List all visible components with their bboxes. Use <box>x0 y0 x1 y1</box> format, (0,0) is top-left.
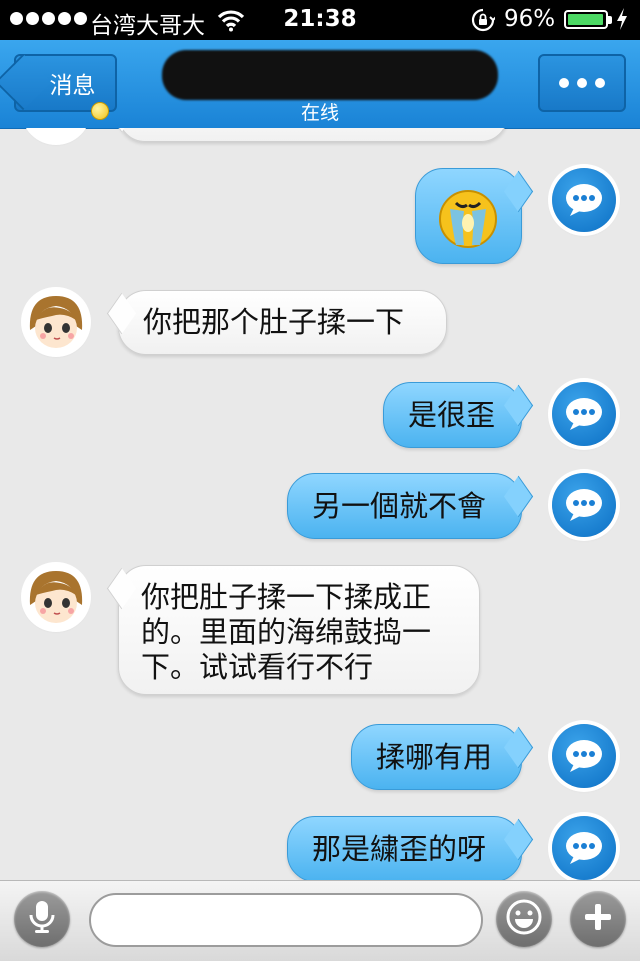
rotation-lock-icon <box>471 8 497 36</box>
incoming-message-bubble[interactable]: 你把那个肚子揉一下 <box>118 290 447 355</box>
microphone-icon <box>27 899 57 939</box>
message-text: 你把那个肚子揉一下 <box>143 305 405 339</box>
more-options-button[interactable] <box>538 54 626 112</box>
message-list[interactable]: 你把那个肚子揉一下 是很歪 另一個就不會 你把肚子揉一下揉成正的。里面的海绵鼓捣… <box>0 128 640 880</box>
plus-icon <box>583 902 613 936</box>
previous-message-bubble[interactable] <box>118 128 508 142</box>
wifi-icon <box>217 8 245 36</box>
battery-percent: 96% <box>504 6 556 32</box>
message-input-bar <box>0 880 640 961</box>
crying-sticker-icon <box>436 183 500 257</box>
sticker-message-bubble[interactable] <box>415 168 522 264</box>
add-attachment-button[interactable] <box>570 891 626 947</box>
emoji-button[interactable] <box>496 891 552 947</box>
voice-input-button[interactable] <box>14 891 70 947</box>
back-button-label: 消息 <box>49 73 96 99</box>
contact-avatar[interactable] <box>24 290 88 354</box>
outgoing-message-bubble[interactable]: 那是繍歪的呀 <box>287 816 522 880</box>
outgoing-message-bubble[interactable]: 另一個就不會 <box>287 473 522 539</box>
message-text: 你把肚子揉一下揉成正的。里面的海绵鼓捣一下。试试看行不行 <box>141 580 432 684</box>
message-text-field[interactable] <box>89 893 483 947</box>
battery-level-fill <box>568 14 603 25</box>
outgoing-message-bubble[interactable]: 是很歪 <box>383 382 522 448</box>
battery-tip <box>608 16 612 24</box>
carrier-name: 台湾大哥大 <box>90 13 205 39</box>
message-text: 另一個就不會 <box>312 488 487 523</box>
incoming-message-bubble[interactable]: 你把肚子揉一下揉成正的。里面的海绵鼓捣一下。试试看行不行 <box>118 565 480 695</box>
contact-avatar[interactable] <box>24 128 88 142</box>
contact-avatar[interactable] <box>24 565 88 629</box>
chat-header: 消息 在线 <box>0 40 640 129</box>
ellipsis-icon <box>559 78 605 88</box>
smiley-icon <box>505 898 543 940</box>
message-text: 那是繍歪的呀 <box>312 831 487 866</box>
signal-dots-icon <box>10 12 87 25</box>
charging-icon <box>616 7 628 36</box>
status-bar: 台湾大哥大 21:38 96% <box>0 0 640 40</box>
my-avatar-chat-icon[interactable] <box>552 473 616 537</box>
outgoing-message-bubble[interactable]: 揉哪有用 <box>351 724 522 790</box>
battery-icon <box>564 10 608 29</box>
contact-name-redacted <box>162 50 498 100</box>
my-avatar-chat-icon[interactable] <box>552 382 616 446</box>
my-avatar-chat-icon[interactable] <box>552 816 616 880</box>
my-avatar-chat-icon[interactable] <box>552 168 616 232</box>
message-text: 是很歪 <box>408 397 496 432</box>
my-avatar-chat-icon[interactable] <box>552 724 616 788</box>
message-text: 揉哪有用 <box>376 739 493 774</box>
